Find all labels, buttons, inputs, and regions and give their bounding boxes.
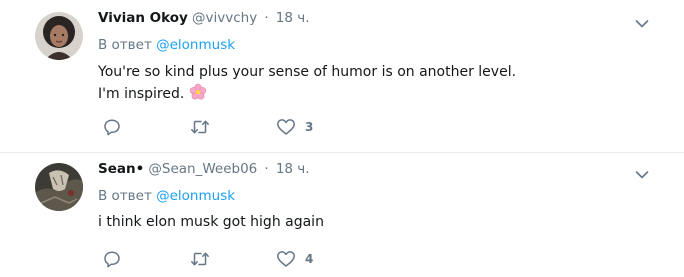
tweet[interactable]: Vivian Okoy @vivvchy · 18 ч. В ответ @el…	[0, 0, 684, 153]
heart-icon	[277, 251, 295, 267]
user-fullname[interactable]: Vivian Okoy	[98, 10, 188, 26]
reply-prefix: В ответ	[98, 188, 152, 204]
tweet-header: Vivian Okoy @vivvchy · 18 ч.	[98, 9, 310, 27]
chevron-down-icon[interactable]	[635, 14, 649, 28]
heart-icon	[277, 119, 295, 135]
avatar[interactable]	[35, 12, 83, 60]
cherry-blossom-icon	[189, 83, 207, 108]
reply-context: В ответ @elonmusk	[98, 36, 235, 54]
reply-button[interactable]	[103, 117, 121, 137]
retweet-icon	[191, 252, 209, 266]
tweet-text: i think elon musk got high again	[98, 211, 638, 233]
tweet[interactable]: Sean• @Sean_Weeb06 · 18 ч. В ответ @elon…	[0, 153, 684, 277]
reply-mention-link[interactable]: @elonmusk	[156, 188, 235, 204]
like-count: 4	[305, 252, 314, 266]
avatar-image	[35, 12, 83, 60]
reply-context: В ответ @elonmusk	[98, 187, 235, 205]
like-button[interactable]: 3	[276, 117, 313, 137]
tweet-text-line: You're so kind plus your sense of humor …	[98, 64, 517, 80]
tweet-timestamp[interactable]: 18 ч.	[276, 161, 310, 177]
reply-button[interactable]	[103, 249, 121, 269]
tweet-text: You're so kind plus your sense of humor …	[98, 61, 638, 108]
tweet-actions: 4	[98, 249, 418, 269]
like-button[interactable]: 4	[276, 249, 313, 269]
reply-prefix: В ответ	[98, 37, 152, 53]
separator-dot: ·	[264, 10, 269, 26]
retweet-button[interactable]	[190, 117, 210, 137]
tweet-text-line: i think elon musk got high again	[98, 214, 324, 230]
tweet-header: Sean• @Sean_Weeb06 · 18 ч.	[98, 160, 310, 178]
tweet-feed: Vivian Okoy @vivvchy · 18 ч. В ответ @el…	[0, 0, 684, 277]
user-handle[interactable]: @vivvchy	[192, 10, 257, 26]
user-handle[interactable]: @Sean_Weeb06	[148, 161, 257, 177]
reply-mention-link[interactable]: @elonmusk	[156, 37, 235, 53]
tweet-timestamp[interactable]: 18 ч.	[276, 10, 310, 26]
separator-dot: ·	[264, 161, 269, 177]
tweet-actions: 3	[98, 117, 418, 137]
retweet-button[interactable]	[190, 249, 210, 269]
reply-icon	[104, 119, 120, 136]
tweet-text-line: I'm inspired.	[98, 86, 185, 102]
chevron-down-icon[interactable]	[635, 165, 649, 179]
like-count: 3	[305, 120, 314, 134]
user-fullname[interactable]: Sean•	[98, 161, 144, 177]
retweet-icon	[191, 120, 209, 134]
reply-icon	[104, 251, 120, 268]
avatar[interactable]	[35, 163, 83, 211]
avatar-image	[35, 163, 83, 211]
